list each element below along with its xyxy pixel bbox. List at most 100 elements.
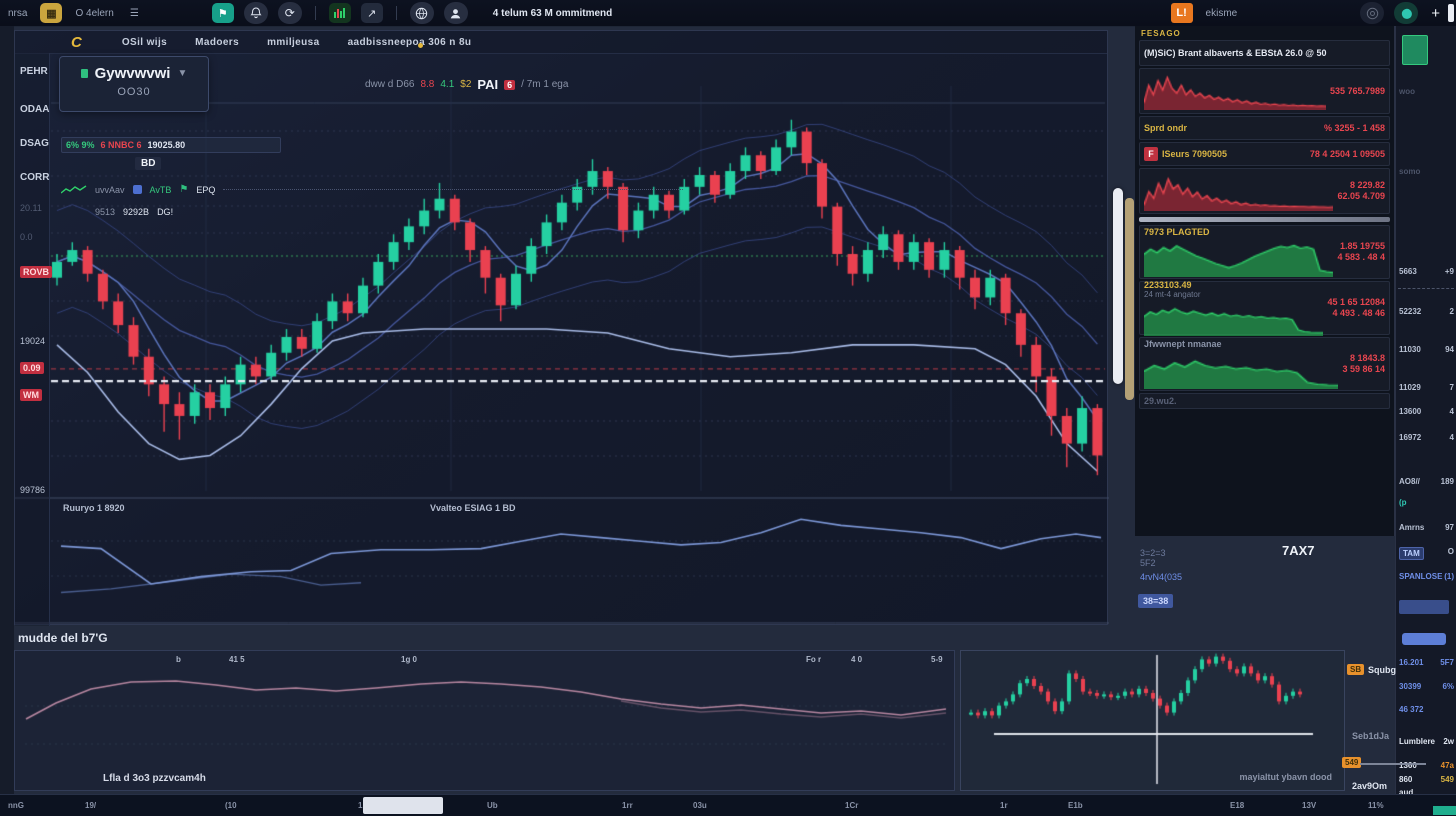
ladder-row[interactable]: (p: [1399, 498, 1454, 507]
globe-icon[interactable]: [410, 2, 434, 24]
plus-icon[interactable]: +: [1431, 5, 1440, 22]
chart-menu-item[interactable]: mmiljeusa: [267, 37, 320, 48]
row-label: ISeurs 7090505: [1162, 149, 1306, 159]
ladder-row[interactable]: 46 372: [1399, 705, 1454, 714]
ladder-symbol-icon[interactable]: [1402, 35, 1428, 65]
symbol-selector[interactable]: Gywvwvwi ▼ OO30: [59, 56, 209, 112]
help-icon[interactable]: [1360, 2, 1384, 24]
chart-thumbnail-icon[interactable]: [329, 3, 351, 23]
brand-logo-icon[interactable]: L!: [1171, 3, 1193, 23]
row-main: 7973 PLAGTED: [1144, 227, 1333, 276]
legend-label: 9513: [95, 207, 115, 217]
left-margin-strip: [0, 26, 14, 794]
ladder-row[interactable]: 860549: [1399, 775, 1454, 784]
price-axis-label: 0.09: [20, 362, 44, 374]
watchlist-row[interactable]: 8 229.8262.05 4.709: [1139, 168, 1390, 214]
control-chip-top[interactable]: SB: [1347, 664, 1364, 674]
timeaxis-button[interactable]: [1433, 806, 1456, 815]
slider-handle[interactable]: 549: [1342, 757, 1361, 767]
chart-title-part: 8.8: [420, 79, 434, 90]
indicator-tick-label: 41 5: [229, 655, 245, 664]
chart-menu-item[interactable]: OSil wijs: [122, 37, 167, 48]
ladder-row[interactable]: Amrns97: [1399, 523, 1454, 532]
flag-icon[interactable]: ⚑: [212, 3, 234, 23]
indicator-line-canvas[interactable]: [15, 651, 954, 790]
ladder-chip[interactable]: [1399, 600, 1449, 614]
arrow-up-right-icon[interactable]: ↗: [361, 3, 383, 23]
watchlist-row[interactable]: 29.wu2.: [1139, 393, 1390, 409]
row-value: 8 229.82: [1337, 180, 1385, 191]
chart-menu-item[interactable]: aadbissneepoa 306 n 8u: [348, 37, 472, 48]
horizontal-scrollbar[interactable]: [363, 797, 443, 814]
price-axis-label: ODAA: [20, 104, 49, 115]
brand-label: ekisme: [1206, 8, 1238, 19]
main-chart-canvas[interactable]: [15, 31, 1109, 626]
theme-icon[interactable]: [1394, 2, 1418, 24]
slider-track[interactable]: [1360, 763, 1426, 765]
watchlist-row[interactable]: FISeurs 709050578 4 2504 1 09505: [1139, 142, 1390, 166]
account-menu[interactable]: O 4elern: [75, 8, 113, 19]
bottom-section-title: mudde del b7'G: [18, 631, 108, 645]
row-value: 8 1843.8: [1342, 353, 1385, 364]
hamburger-icon[interactable]: ☰: [130, 8, 139, 19]
watchlist-row[interactable]: 2233103.4924 mt-4 angator45 1 65 120844 …: [1139, 281, 1390, 335]
row-values: % 3255 - 1 458: [1324, 123, 1385, 134]
ladder-button[interactable]: [1402, 633, 1446, 645]
ladder-row[interactable]: SPANLOSE(1): [1399, 572, 1454, 581]
row-label: 29.wu2.: [1144, 396, 1385, 406]
ladder-row[interactable]: TAMO: [1399, 547, 1454, 560]
chart-menu-item[interactable]: Madoers: [195, 37, 239, 48]
vertical-scrollbar[interactable]: [1113, 188, 1123, 384]
chart-title-part: 4.1: [440, 79, 454, 90]
ladder-row[interactable]: 136004: [1399, 407, 1454, 416]
sparkline-icon: [61, 185, 87, 195]
edge-handle[interactable]: [1448, 4, 1454, 22]
ladder-size: 549: [1441, 775, 1454, 784]
ladder-row[interactable]: 16.2015F7: [1399, 658, 1454, 667]
ladder-row[interactable]: Lumblere2w: [1399, 737, 1454, 746]
row-sparkline: [1144, 237, 1333, 276]
watchlist-divider[interactable]: [1139, 217, 1390, 222]
indicator-legend-2[interactable]: 95139292BDG!: [95, 207, 173, 217]
footer-chip[interactable]: 38=38: [1138, 594, 1173, 608]
watchlist-row[interactable]: 7973 PLAGTED1.85 197554 583 . 48 4: [1139, 225, 1390, 279]
control-label-top: Squbg: [1368, 665, 1396, 675]
vertical-scrollbar-secondary[interactable]: [1125, 198, 1134, 400]
indicator-legend-1[interactable]: uvvAavAvTB⚑EPQ: [61, 184, 683, 195]
watchlist-row[interactable]: 535 765.7989: [1139, 68, 1390, 114]
ladder-row[interactable]: 169724: [1399, 433, 1454, 442]
row-values: 1.85 197554 583 . 48 4: [1337, 241, 1385, 263]
time-tick-label: 19/: [85, 801, 96, 810]
footer-code: 3=2=3 5F2: [1140, 548, 1166, 568]
user-globe-icon[interactable]: [444, 2, 468, 24]
ladder-price: 5663: [1399, 267, 1417, 276]
row-sparkline: [1144, 349, 1338, 389]
footer-link[interactable]: 4rvN4(035: [1140, 572, 1182, 582]
ladder-row[interactable]: woo: [1399, 87, 1454, 96]
ladder-row[interactable]: 303996%: [1399, 682, 1454, 691]
ladder-row[interactable]: 1103094: [1399, 345, 1454, 354]
row-main: 2233103.4924 mt-4 angator: [1144, 280, 1323, 336]
watchlist-rows: (M)SiC) Brant albaverts & EBStA 26.0 @ 5…: [1139, 40, 1390, 409]
ladder-row[interactable]: 110297: [1399, 383, 1454, 392]
ladder-row[interactable]: somo: [1399, 167, 1454, 176]
watchlist-row[interactable]: Sprd ondr% 3255 - 1 458: [1139, 116, 1390, 140]
ladder-row[interactable]: 522322: [1399, 307, 1454, 316]
price-axis[interactable]: PEHRODAADSAGCORR20.110.0ROVB190240.09WM9…: [15, 53, 50, 626]
chart-menu: OSil wijs Madoers mmiljeusa aadbissneepoa 3…: [122, 37, 500, 48]
ladder-row[interactable]: AO8//189: [1399, 477, 1454, 486]
watchlist-row[interactable]: Jfwwnept nmanae8 1843.83 59 86 14: [1139, 337, 1390, 391]
app-brand: nrsa: [8, 8, 27, 19]
logo-icon[interactable]: ▦: [40, 3, 62, 23]
watchlist-row[interactable]: (M)SiC) Brant albaverts & EBStA 26.0 @ 5…: [1139, 40, 1390, 66]
legend-label: AvTB: [150, 185, 172, 195]
ladder-row[interactable]: 5663+9: [1399, 267, 1454, 276]
ladder-size: 7: [1450, 383, 1454, 392]
ladder-size: 2w: [1443, 737, 1454, 746]
bell-icon[interactable]: [244, 2, 268, 24]
price-axis-label: 99786: [20, 485, 45, 495]
chevron-down-icon[interactable]: ▼: [177, 68, 187, 79]
mini-chart-canvas[interactable]: [961, 651, 1344, 790]
main-chart-panel: C OSil wijsMadoersmmiljeusaaadbissneepoa…: [14, 30, 1108, 625]
refresh-icon[interactable]: ⟳: [278, 2, 302, 24]
